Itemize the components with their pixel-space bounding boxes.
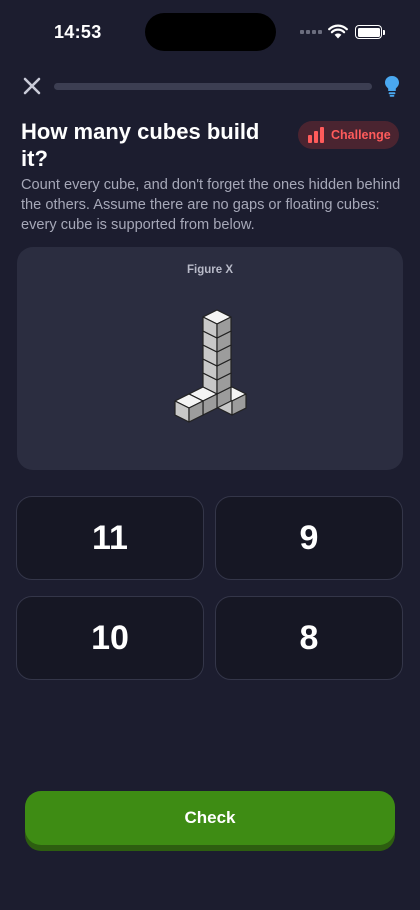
close-icon[interactable] — [20, 74, 44, 98]
progress-bar — [54, 83, 372, 90]
wifi-icon — [328, 24, 348, 39]
badge-label: Challenge — [331, 128, 391, 142]
battery-icon — [355, 25, 385, 39]
dynamic-island — [145, 13, 276, 51]
lightbulb-icon[interactable] — [382, 74, 402, 98]
cube-figure — [174, 309, 247, 423]
answer-option[interactable]: 11 — [16, 496, 204, 580]
challenge-badge: Challenge — [298, 121, 399, 149]
answer-option[interactable]: 9 — [215, 496, 403, 580]
status-time: 14:53 — [54, 22, 102, 42]
question-description: Count every cube, and don't forget the o… — [21, 177, 401, 233]
signal-icon — [300, 30, 322, 34]
question-title: How many cubes build it? — [21, 119, 260, 171]
answer-option[interactable]: 8 — [215, 596, 403, 680]
status-bar: 14:53 — [0, 0, 420, 64]
answer-option[interactable]: 10 — [16, 596, 204, 680]
bar-chart-icon — [308, 127, 324, 143]
check-button[interactable]: Check — [25, 791, 395, 845]
figure-card: Figure X — [17, 247, 403, 470]
